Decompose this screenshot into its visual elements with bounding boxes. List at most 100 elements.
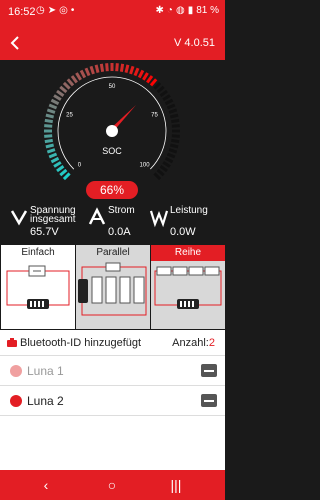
gauge-tick-label: 100 bbox=[140, 163, 151, 169]
gauge-tick bbox=[46, 108, 56, 114]
mode-parallel-label: Parallel bbox=[96, 247, 130, 258]
gauge-tick bbox=[168, 108, 178, 114]
stat-voltage-value: 65.7V bbox=[30, 226, 59, 238]
battery-icon: ▮ bbox=[187, 5, 194, 16]
navigation-bar: ‹ ○ ||| bbox=[0, 470, 225, 500]
gauge-tick bbox=[142, 72, 149, 81]
gauge-tick bbox=[171, 138, 180, 144]
device-count-label: Anzahl: bbox=[172, 337, 209, 349]
stats-row: Spannung insgesamt 65.7V Strom 0.0A Leis… bbox=[0, 204, 225, 244]
gauge-tick bbox=[62, 172, 71, 181]
gauge-tick bbox=[119, 63, 125, 72]
nav-back-icon[interactable]: ‹ bbox=[38, 477, 54, 493]
mode-reihe-diagram bbox=[151, 261, 225, 329]
back-button[interactable] bbox=[4, 30, 28, 56]
gauge-tick bbox=[159, 165, 168, 173]
gauge-tick bbox=[44, 138, 53, 144]
nav-home-icon[interactable]: ○ bbox=[104, 477, 120, 493]
status-time: 16:52 bbox=[8, 6, 36, 18]
bluetooth-icon bbox=[10, 395, 22, 407]
gauge-tick bbox=[56, 89, 65, 97]
gauge-tick-label: 50 bbox=[109, 84, 116, 90]
battery-percentage: 81 % bbox=[196, 5, 219, 16]
gauge-tick-label: 75 bbox=[151, 112, 158, 118]
device-item[interactable]: Luna 2 bbox=[0, 386, 225, 416]
device-name: Luna 2 bbox=[27, 394, 64, 408]
gauge-tick bbox=[164, 98, 174, 106]
gauge-tick bbox=[89, 65, 95, 75]
mode-parallel-diagram bbox=[76, 261, 150, 329]
soc-value-badge: 66% bbox=[86, 181, 138, 199]
gauge-tick bbox=[50, 156, 60, 164]
gauge-tick bbox=[75, 72, 82, 81]
gauge-tick bbox=[50, 98, 60, 106]
mode-parallel[interactable]: Parallel bbox=[76, 245, 150, 329]
gauge-tick bbox=[166, 152, 176, 159]
mode-einfach-diagram bbox=[1, 261, 75, 329]
status-right-icons: ✱ ◔ ◍ ▮ 81 % bbox=[156, 5, 219, 16]
gauge-tick bbox=[171, 118, 180, 124]
bluetooth-icon bbox=[10, 365, 22, 377]
status-left-icons: ◷ ➤ ◎ • bbox=[36, 5, 74, 16]
stat-power-value: 0.0W bbox=[170, 226, 196, 238]
soc-gauge: 0 25 50 75 100 SOC bbox=[0, 60, 225, 200]
gauge-tick bbox=[149, 78, 158, 87]
gauge-tick bbox=[44, 118, 53, 124]
gauge-tick bbox=[162, 161, 171, 168]
voltage-icon bbox=[10, 210, 28, 226]
gauge-tick bbox=[171, 124, 180, 128]
device-count-value: 2 bbox=[208, 337, 215, 349]
gauge-tick bbox=[129, 65, 135, 75]
device-name: Luna 1 bbox=[27, 364, 64, 378]
gauge-tick bbox=[169, 143, 179, 149]
gauge-tick bbox=[84, 67, 91, 77]
gauge-tick bbox=[59, 85, 68, 94]
stat-voltage: Spannung insgesamt 65.7V bbox=[10, 204, 80, 244]
remove-device-button[interactable] bbox=[201, 364, 217, 377]
gauge-center-cap bbox=[106, 125, 118, 137]
mode-einfach[interactable]: Einfach bbox=[1, 245, 75, 329]
stat-power: Leistung 0.0W bbox=[150, 204, 220, 244]
gauge-tick bbox=[48, 152, 58, 159]
gauge-tick bbox=[53, 94, 62, 101]
status-bar: 16:52 ◷ ➤ ◎ • ✱ ◔ ◍ ▮ 81 % bbox=[0, 0, 225, 26]
gauge-tick bbox=[53, 161, 62, 168]
bluetooth-device-icon bbox=[7, 338, 17, 347]
device-list: Luna 1 Luna 2 bbox=[0, 356, 225, 470]
gauge-tick bbox=[115, 63, 119, 72]
gauge-tick bbox=[124, 64, 130, 74]
gauge-tick-label: 0 bbox=[78, 163, 82, 169]
gauge-tick bbox=[48, 103, 58, 110]
signal-icon: ◷ bbox=[36, 5, 45, 16]
network-icon: ◔ bbox=[166, 5, 173, 16]
power-icon bbox=[150, 210, 168, 228]
gauge-tick bbox=[156, 85, 165, 94]
gauge-tick bbox=[66, 78, 75, 87]
app-header: V 4.0.51 bbox=[0, 26, 225, 60]
stat-current: Strom 0.0A bbox=[88, 204, 148, 244]
bluetooth-icon: ✱ bbox=[155, 5, 164, 16]
gauge-tick bbox=[153, 172, 162, 181]
device-count: Anzahl:2 bbox=[172, 337, 215, 349]
remove-device-button[interactable] bbox=[201, 394, 217, 407]
gauge-tick bbox=[153, 81, 162, 90]
gauge-tick bbox=[46, 148, 56, 154]
device-item[interactable]: Luna 1 bbox=[0, 356, 225, 386]
version-label: V 4.0.51 bbox=[174, 37, 215, 49]
bluetooth-label: Bluetooth-ID hinzugefügt bbox=[20, 337, 142, 349]
gauge-tick bbox=[79, 69, 87, 79]
bluetooth-header: Bluetooth-ID hinzugefügt Anzahl:2 bbox=[0, 330, 225, 356]
gauge-svg: 0 25 50 75 100 SOC bbox=[44, 63, 180, 186]
nav-recents-icon[interactable]: ||| bbox=[168, 477, 184, 493]
dot-icon: • bbox=[70, 5, 75, 16]
stat-current-value: 0.0A bbox=[108, 226, 131, 238]
gauge-tick bbox=[146, 75, 154, 84]
gauge-tick bbox=[133, 67, 140, 77]
gauge-tick bbox=[162, 94, 171, 101]
telegram-icon: ➤ bbox=[47, 5, 57, 16]
gauge-tick bbox=[105, 63, 109, 72]
gauge-tick bbox=[164, 156, 174, 164]
mode-reihe[interactable]: Reihe bbox=[151, 245, 225, 329]
stat-current-label: Strom bbox=[108, 205, 135, 216]
gauge-tick bbox=[70, 75, 78, 84]
